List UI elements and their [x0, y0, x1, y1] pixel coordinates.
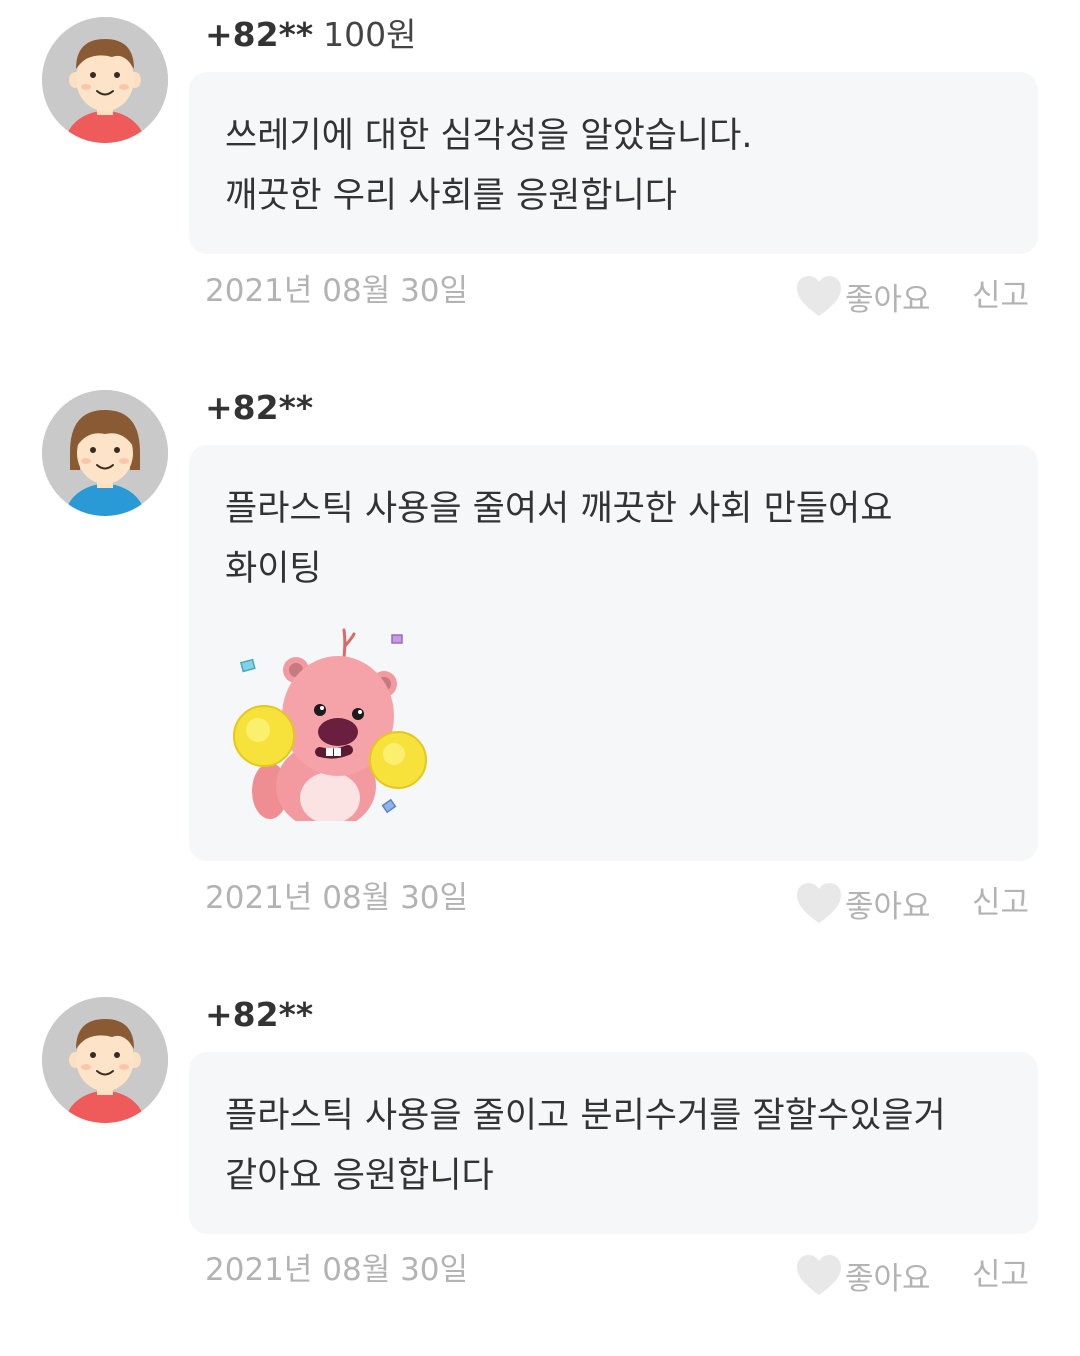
author-name: +82** — [205, 995, 314, 1034]
avatar[interactable] — [42, 997, 168, 1123]
comment-text: 쓰레기에 대한 심각성을 알았습니다. 깨끗한 우리 사회를 응원합니다 — [225, 116, 753, 216]
avatar[interactable] — [42, 17, 168, 143]
girl-avatar-icon — [42, 390, 168, 516]
comment-bubble: 플라스틱 사용을 줄이고 분리수거를 잘할수있을거 같아요 응원합니다 — [189, 1052, 1038, 1234]
report-button[interactable]: 신고 — [972, 879, 1029, 927]
comment-text: 플라스틱 사용을 줄이고 분리수거를 잘할수있을거 같아요 응원합니다 — [225, 1096, 946, 1196]
like-label: 좋아요 — [845, 1260, 931, 1297]
heart-icon — [797, 1255, 841, 1295]
comment-author: +82** — [205, 388, 313, 428]
heart-icon — [797, 276, 841, 316]
comment-date: 2021년 08월 30일 — [205, 273, 469, 309]
boy-avatar-icon — [42, 17, 168, 143]
avatar[interactable] — [42, 390, 168, 516]
comment-text: 플라스틱 사용을 줄여서 깨끗한 사회 만들어요 화이팅 — [225, 489, 893, 589]
comment-author: +82** — [205, 995, 313, 1035]
like-label: 좋아요 — [845, 888, 931, 925]
report-button[interactable]: 신고 — [972, 272, 1029, 320]
author-name: +82** — [205, 388, 314, 427]
pink-beaver-sticker-icon — [233, 628, 427, 821]
comment-date: 2021년 08월 30일 — [205, 1252, 469, 1288]
donation-amount: 100원 — [323, 15, 417, 54]
comment-date: 2021년 08월 30일 — [205, 880, 469, 916]
like-button[interactable]: 좋아요 — [795, 272, 931, 320]
comment-bubble: 쓰레기에 대한 심각성을 알았습니다. 깨끗한 우리 사회를 응원합니다 — [189, 72, 1038, 254]
comment-author: +82** 100원 — [205, 15, 416, 55]
author-name: +82** — [205, 15, 314, 54]
like-label: 좋아요 — [845, 281, 931, 318]
like-button[interactable]: 좋아요 — [795, 879, 931, 927]
boy-avatar-icon — [42, 997, 168, 1123]
report-button[interactable]: 신고 — [972, 1251, 1029, 1299]
heart-icon — [797, 883, 841, 923]
like-button[interactable]: 좋아요 — [795, 1251, 931, 1299]
